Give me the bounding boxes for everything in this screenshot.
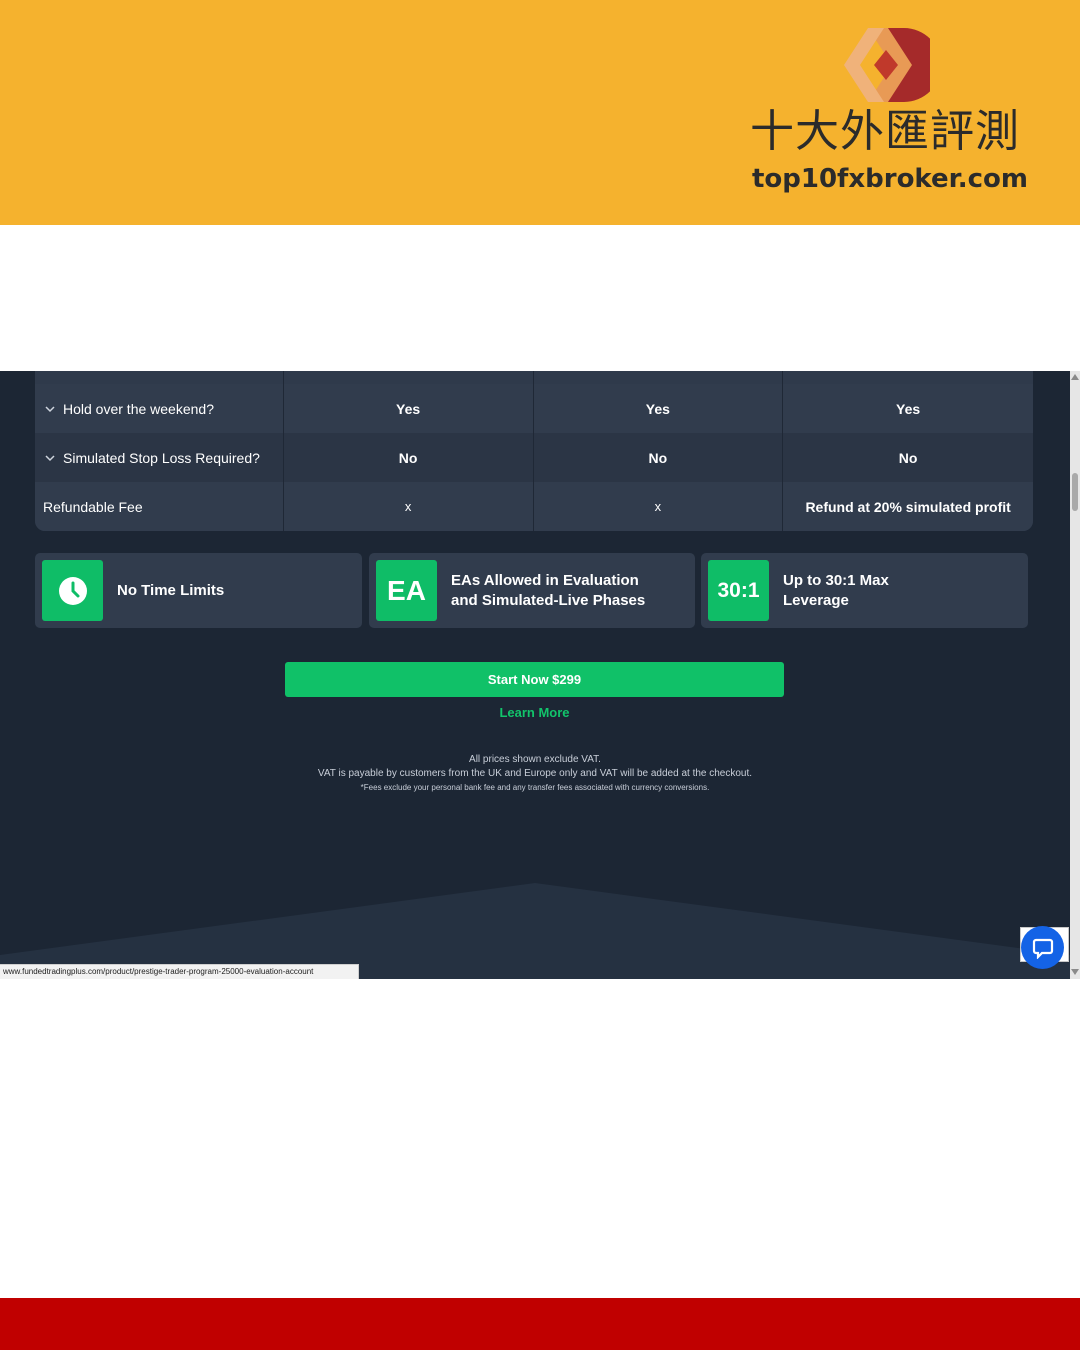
feature-card-time: No Time Limits: [35, 553, 362, 628]
row-label-refundable-fee: Refundable Fee: [35, 482, 284, 531]
feature-card-ea: EA EAs Allowed in Evaluation and Simulat…: [369, 553, 695, 628]
table-cell: Yes: [534, 384, 784, 433]
feature-card-leverage: 30:1 Up to 30:1 Max Leverage: [701, 553, 1028, 628]
table-cell: x: [284, 482, 534, 531]
table-cell: Yes: [896, 400, 921, 417]
brand-logo-icon: [844, 28, 930, 102]
scroll-down-arrow-icon[interactable]: [1071, 969, 1079, 975]
feature-text: Up to 30:1 Max Leverage: [783, 571, 889, 609]
ea-icon: EA: [376, 560, 437, 621]
vat-detail-note: VAT is payable by customers from the UK …: [317, 768, 753, 779]
row-toggle-stop-loss[interactable]: Simulated Stop Loss Required?: [35, 433, 284, 482]
scroll-up-arrow-icon[interactable]: [1071, 374, 1079, 380]
brand-domain: top10fxbroker.com: [751, 164, 1029, 194]
feature-tile: [42, 560, 103, 621]
start-now-button[interactable]: Start Now $299: [285, 662, 784, 697]
chevron-down-icon: [45, 454, 55, 461]
chat-button[interactable]: [1021, 926, 1064, 969]
table-cell: No: [898, 449, 918, 466]
table-row: Simulated Stop Loss Required? No No No: [35, 433, 1033, 482]
row-label: Hold over the weekend?: [63, 400, 214, 417]
footer-strip: [0, 1298, 1080, 1350]
comparison-table: Hold over the weekend? Yes Yes Yes Simul…: [35, 371, 1033, 531]
clock-icon: [58, 576, 87, 605]
table-row-partial: [35, 371, 1033, 384]
leverage-icon: 30:1: [708, 560, 769, 621]
pricing-notes: All prices shown exclude VAT. VAT is pay…: [235, 753, 835, 795]
chat-bubble-icon: [1032, 938, 1053, 959]
table-row: Refundable Fee x x Refund at 20% simulat…: [35, 482, 1033, 531]
status-bar-url: www.fundedtradingplus.com/product/presti…: [0, 964, 359, 979]
fees-footnote: *Fees exclude your personal bank fee and…: [360, 783, 710, 792]
feature-cards: No Time Limits EA EAs Allowed in Evaluat…: [35, 553, 1030, 629]
table-cell: Yes: [284, 384, 534, 433]
vat-note: All prices shown exclude VAT.: [469, 754, 601, 765]
table-cell: Refund at 20% simulated profit: [805, 498, 1011, 515]
chevron-down-icon: [45, 405, 55, 412]
feature-text: No Time Limits: [117, 581, 225, 599]
browser-screenshot: Hold over the weekend? Yes Yes Yes Simul…: [0, 371, 1080, 979]
row-label: Simulated Stop Loss Required?: [63, 449, 260, 466]
table-row: Hold over the weekend? Yes Yes Yes: [35, 384, 1033, 433]
feature-text: EAs Allowed in Evaluation and Simulated-…: [451, 571, 646, 609]
vertical-scrollbar[interactable]: [1070, 371, 1080, 979]
row-toggle-weekend[interactable]: Hold over the weekend?: [35, 384, 284, 433]
table-cell: x: [534, 482, 784, 531]
table-cell: No: [534, 433, 784, 482]
spacer: [0, 225, 1080, 371]
top-banner: 十大外匯評測 top10fxbroker.com: [0, 0, 1080, 225]
learn-more-link[interactable]: Learn More: [285, 705, 784, 720]
scroll-thumb[interactable]: [1072, 473, 1078, 511]
table-cell: No: [284, 433, 534, 482]
brand-name-chinese: 十大外匯評測: [750, 106, 1020, 157]
